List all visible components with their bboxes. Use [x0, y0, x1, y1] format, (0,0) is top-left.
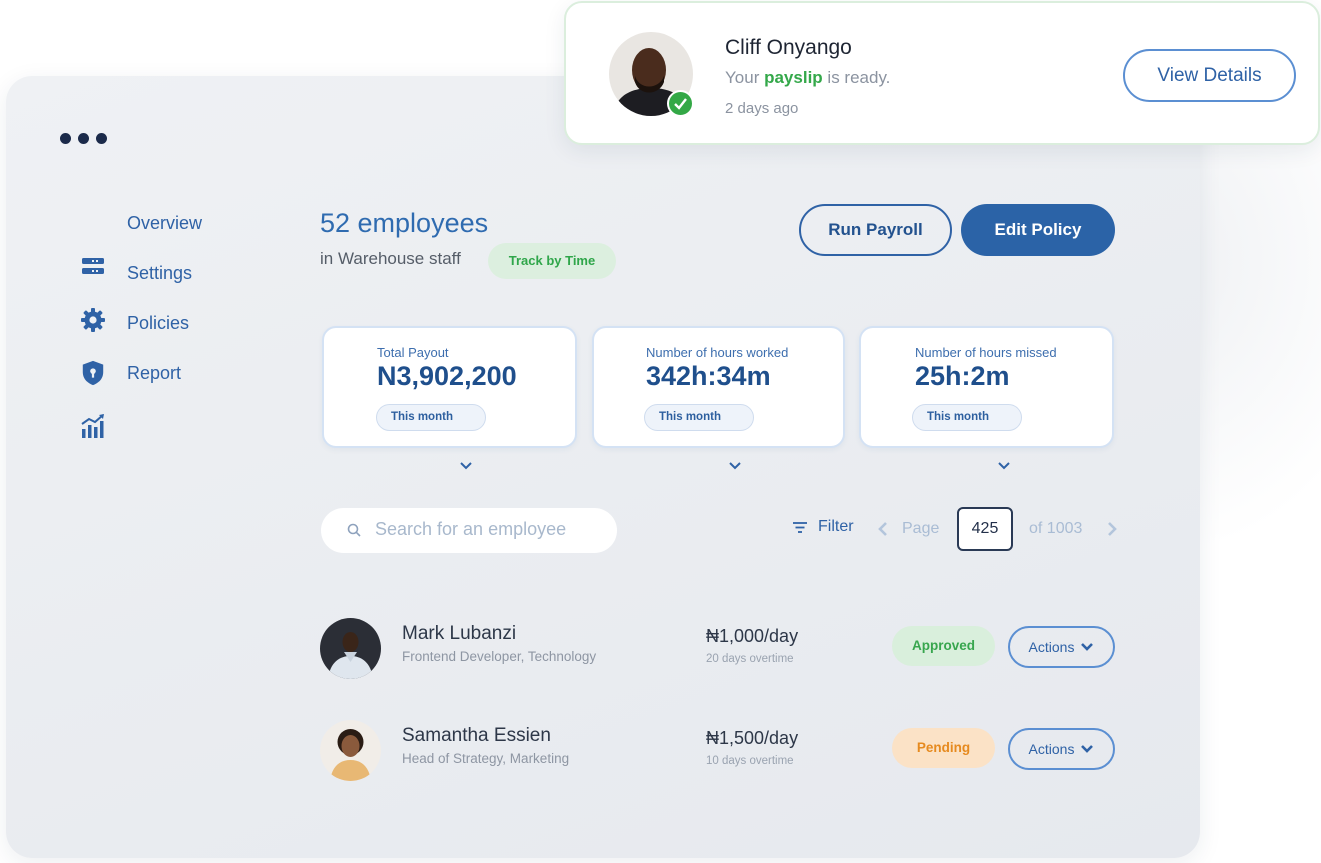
- payslip-highlight: payslip: [764, 68, 823, 87]
- stat-card-total-payout[interactable]: Total Payout N3,902,200 This month: [322, 326, 577, 448]
- stat-label: Total Payout: [377, 345, 449, 360]
- actions-label: Actions: [1028, 639, 1075, 655]
- shield-icon: [82, 360, 104, 386]
- chevron-right-icon[interactable]: [1105, 520, 1119, 538]
- filter-label: Filter: [818, 518, 854, 535]
- stat-label: Number of hours worked: [646, 345, 789, 360]
- filter-icon: [793, 522, 807, 533]
- view-details-button[interactable]: View Details: [1123, 49, 1296, 102]
- window-menu-dots[interactable]: [60, 133, 107, 144]
- sidebar-item-overview[interactable]: Overview: [127, 213, 202, 234]
- chevron-left-icon[interactable]: [876, 520, 890, 538]
- actions-label: Actions: [1028, 741, 1075, 757]
- actions-dropdown[interactable]: Actions: [1008, 728, 1115, 770]
- avatar: [320, 618, 381, 679]
- employee-role: Frontend Developer, Technology: [402, 649, 597, 664]
- page-subtitle: in Warehouse staff: [320, 249, 461, 268]
- employee-overtime: 10 days overtime: [706, 755, 794, 767]
- page-title: 52 employees: [320, 208, 489, 238]
- gear-icon: [81, 308, 105, 332]
- stat-period-pill[interactable]: This month: [644, 404, 754, 431]
- stat-period-pill[interactable]: This month: [912, 404, 1022, 431]
- status-badge: Approved: [892, 626, 995, 666]
- sidebar-item-policies[interactable]: Policies: [127, 313, 189, 334]
- track-mode-badge: Track by Time: [488, 243, 616, 279]
- notification-card[interactable]: Cliff Onyango Your payslip is ready. 2 d…: [564, 1, 1320, 145]
- stat-card-hours-missed[interactable]: Number of hours missed 25h:2m This month: [859, 326, 1114, 448]
- filter-button[interactable]: Filter: [792, 518, 854, 536]
- chevron-down-icon[interactable]: [997, 460, 1011, 472]
- search-icon: [347, 523, 361, 537]
- table-row[interactable]: Mark Lubanzi Frontend Developer, Technol…: [320, 618, 1120, 682]
- avatar: [320, 720, 381, 781]
- notification-time: 2 days ago: [725, 100, 799, 117]
- status-badge: Pending: [892, 728, 995, 768]
- chevron-down-icon: [1081, 745, 1094, 753]
- employee-overtime: 20 days overtime: [706, 653, 794, 665]
- page-number-input[interactable]: 425: [957, 507, 1013, 551]
- chevron-down-icon: [1081, 643, 1094, 651]
- settings-bars-icon: [82, 258, 104, 274]
- employee-rate: ₦1,000/day: [706, 626, 799, 646]
- table-row[interactable]: Samantha Essien Head of Strategy, Market…: [320, 720, 1120, 784]
- notification-name: Cliff Onyango: [725, 36, 852, 59]
- sidebar-item-settings[interactable]: Settings: [127, 263, 192, 284]
- search-input[interactable]: Search for an employee: [321, 508, 617, 553]
- actions-dropdown[interactable]: Actions: [1008, 626, 1115, 668]
- stat-card-hours-worked[interactable]: Number of hours worked 342h:34m This mon…: [592, 326, 845, 448]
- edit-policy-button[interactable]: Edit Policy: [961, 204, 1115, 256]
- search-placeholder: Search for an employee: [375, 519, 567, 539]
- stat-value: 342h:34m: [646, 361, 771, 391]
- page-label: Page: [902, 520, 940, 537]
- stat-label: Number of hours missed: [915, 345, 1057, 360]
- employee-name: Samantha Essien: [402, 725, 551, 746]
- page-total: of 1003: [1029, 520, 1083, 537]
- verified-check-icon: [667, 90, 694, 117]
- employee-rate: ₦1,500/day: [706, 728, 799, 748]
- stat-value: N3,902,200: [377, 361, 517, 391]
- run-payroll-button[interactable]: Run Payroll: [799, 204, 952, 256]
- analytics-chart-icon[interactable]: [80, 413, 106, 439]
- chevron-down-icon[interactable]: [459, 460, 473, 472]
- notification-message: Your payslip is ready.: [725, 68, 891, 87]
- sidebar-item-report[interactable]: Report: [127, 363, 181, 384]
- stat-value: 25h:2m: [915, 361, 1010, 391]
- stat-period-pill[interactable]: This month: [376, 404, 486, 431]
- employee-name: Mark Lubanzi: [402, 623, 517, 644]
- chevron-down-icon[interactable]: [728, 460, 742, 472]
- employee-role: Head of Strategy, Marketing: [402, 751, 570, 766]
